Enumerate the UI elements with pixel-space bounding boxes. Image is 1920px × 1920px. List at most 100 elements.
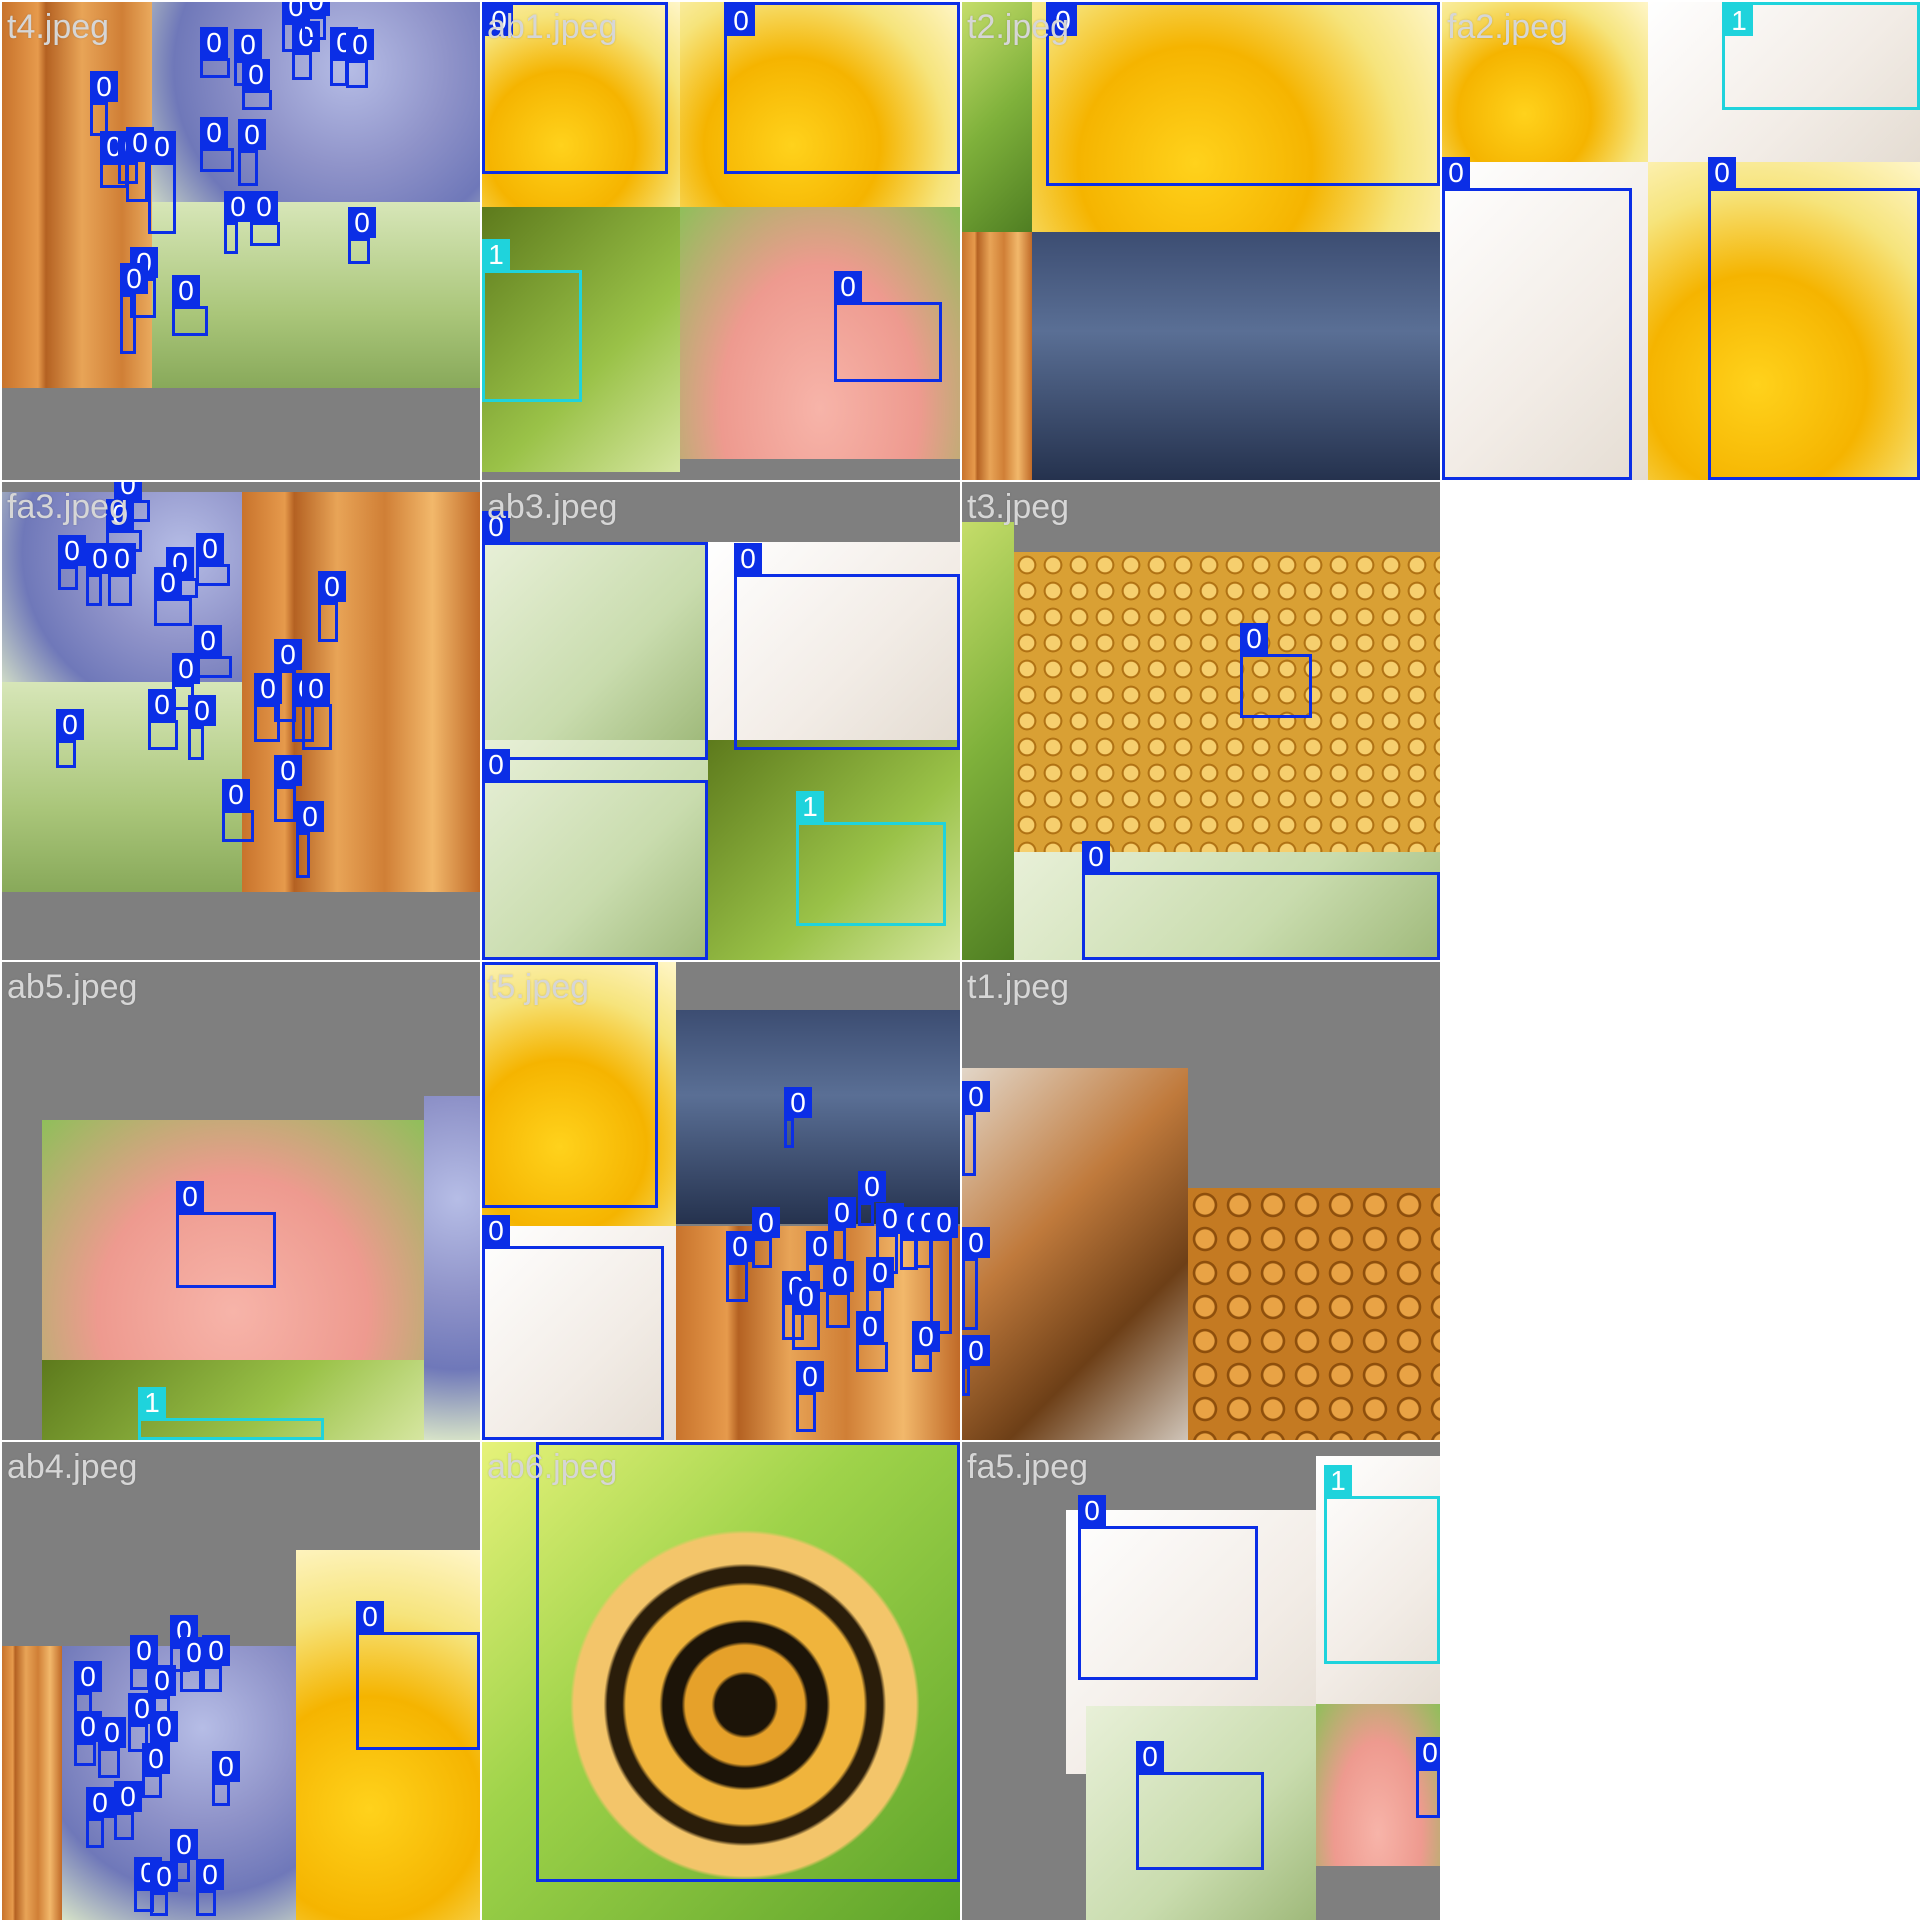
bbox: 1	[1324, 1465, 1440, 1664]
bbox-label: 0	[912, 1321, 940, 1352]
bbox: 0	[200, 117, 234, 172]
bbox: 0	[536, 1442, 960, 1882]
bbox: 0	[154, 567, 192, 626]
bbox-label: 0	[828, 1197, 856, 1228]
bbox-label: 0	[202, 1635, 230, 1666]
bbox: 0	[292, 21, 320, 80]
bbox-label: 0	[858, 1171, 886, 1202]
bbox: 0	[1136, 1741, 1264, 1870]
bbox-label: 0	[58, 535, 86, 566]
bbox-label: 0	[176, 1181, 204, 1212]
bbox: 0	[302, 2, 330, 40]
bbox: 0	[196, 533, 230, 586]
bbox: 0	[126, 127, 154, 202]
bbox-label: 0	[234, 29, 262, 60]
tile-t5: t5.jpeg 0 0 0 0 0 0 0 0 0 0 0 0 0 0 0 0 …	[482, 962, 960, 1440]
bbox: 0	[784, 1087, 812, 1148]
tile-ab3: ab3.jpeg 0 0 0 1	[482, 482, 960, 960]
bbox: 0	[1078, 1495, 1258, 1680]
bbox-label: 0	[250, 191, 278, 222]
bbox: 0	[222, 779, 254, 842]
bbox: 0	[356, 1601, 480, 1750]
bbox: 0	[826, 1261, 854, 1328]
bbox: 0	[834, 271, 942, 382]
bbox: 0	[856, 1311, 888, 1372]
bbox-label: 0	[150, 1711, 178, 1742]
bbox: 0	[130, 1635, 158, 1690]
bbox-label: 0	[172, 275, 200, 306]
bbox: 0	[274, 755, 302, 822]
bbox: 0	[108, 543, 136, 606]
bbox: 0	[348, 207, 376, 264]
bbox: 0	[250, 191, 280, 246]
bbox-label: 0	[734, 543, 762, 574]
bbox-label: 0	[224, 191, 252, 222]
bbox: 0	[724, 2, 960, 174]
bbox: 0	[224, 191, 252, 254]
bbox-label: 0	[302, 2, 330, 16]
filename-label: ab5.jpeg	[7, 968, 138, 1006]
filename-label: t2.jpeg	[967, 8, 1070, 46]
bbox: 0	[1082, 841, 1440, 960]
bbox-label: 0	[98, 1717, 126, 1748]
bbox-label: 0	[752, 1207, 780, 1238]
bbox: 0	[302, 673, 332, 750]
bbox: 0	[482, 1215, 664, 1440]
filename-label: ab1.jpeg	[487, 8, 618, 46]
bbox: 0	[114, 1781, 142, 1840]
bbox-label: 0	[200, 27, 228, 58]
bbox: 0	[1046, 2, 1440, 186]
bbox: 0	[180, 1637, 208, 1692]
bbox-label: 1	[138, 1387, 166, 1418]
tile-t4: t4.jpeg 0 0 0 0 0 0 0 0 0 0 0 0 0 0 0 0 …	[2, 2, 480, 480]
bbox-label: 0	[784, 1087, 812, 1118]
bbox: 0	[828, 1197, 856, 1262]
filename-label: ab6.jpeg	[487, 1448, 618, 1486]
bbox: 0	[318, 571, 346, 642]
bbox: 1	[138, 1387, 324, 1440]
scene-ab5	[2, 962, 480, 1440]
bbox-label: 0	[148, 131, 176, 162]
bbox-label: 0	[188, 695, 216, 726]
bbox-label: 0	[150, 1861, 178, 1892]
bbox: 0	[482, 511, 708, 760]
bbox: 0	[962, 1227, 990, 1330]
tile-fa2: fa2.jpeg 1 0 0	[1442, 2, 1920, 480]
bbox-label: 0	[74, 1661, 102, 1692]
bbox: 1	[796, 791, 946, 926]
bbox-label: 0	[796, 1361, 824, 1392]
bbox-label: 0	[274, 639, 302, 670]
bbox-label: 0	[148, 689, 176, 720]
bbox-label: 0	[1136, 1741, 1164, 1772]
bbox: 0	[86, 543, 114, 606]
bbox-label: 0	[726, 1231, 754, 1262]
tile-ab4: ab4.jpeg 0 0 0 0 0 0 0 0 0 0 0 0 0 0 0 0…	[2, 1442, 480, 1920]
bbox: 0	[142, 1743, 170, 1798]
bbox: 0	[752, 1207, 780, 1268]
bbox: 1	[1722, 2, 1920, 110]
bbox-label: 0	[792, 1281, 820, 1312]
bbox-label: 0	[1082, 841, 1110, 872]
tile-ab1: ab1.jpeg 0 0 1 0	[482, 2, 960, 480]
bbox-label: 0	[170, 1829, 198, 1860]
bbox-label: 0	[254, 673, 282, 704]
bbox-label: 0	[196, 1859, 224, 1890]
tile-ab6: ab6.jpeg 0	[482, 1442, 960, 1920]
bbox: 0	[254, 673, 282, 742]
bbox-label: 0	[834, 271, 862, 302]
bbox-label: 0	[727, 5, 755, 36]
bbox-label: 1	[1725, 5, 1753, 36]
bbox-label: 0	[962, 1335, 990, 1366]
bbox-label: 1	[1324, 1465, 1352, 1496]
bbox-label: 0	[56, 709, 84, 740]
tile-t2: t2.jpeg 0	[962, 2, 1440, 480]
bbox: 0	[202, 1635, 230, 1692]
filename-label: t5.jpeg	[487, 968, 590, 1006]
bbox-label: 0	[482, 1215, 510, 1246]
filename-label: t1.jpeg	[967, 968, 1070, 1006]
bbox: 0	[150, 1861, 178, 1916]
bbox-label: 0	[114, 1781, 142, 1812]
bbox-label: 0	[200, 117, 228, 148]
bbox-label: 1	[482, 239, 510, 270]
bbox: 0	[98, 1717, 126, 1778]
